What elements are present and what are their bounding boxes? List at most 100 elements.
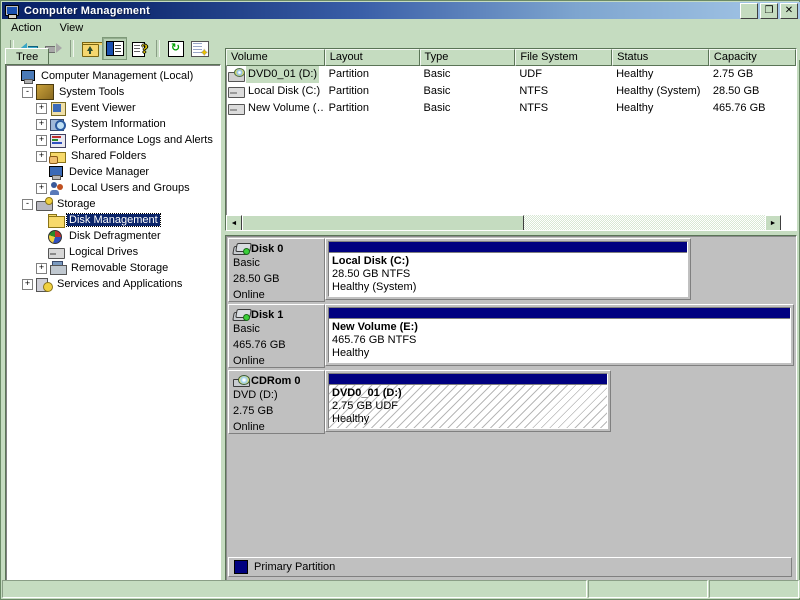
partition-block[interactable]: DVD0_01 (D:) 2.75 GB UDF Healthy: [325, 370, 612, 432]
disk-info-panel[interactable]: Disk 0 Basic 28.50 GB Online: [228, 238, 325, 302]
minimize-button[interactable]: _: [740, 3, 758, 20]
title-bar: Computer Management _ ❐ ✕: [2, 2, 800, 20]
tree-item-local-users-and-groups[interactable]: + Local Users and Groups: [8, 180, 220, 196]
disk-info-line: Online: [233, 421, 265, 433]
tree-item-storage[interactable]: - Storage: [8, 196, 220, 212]
computer-icon: [4, 4, 20, 19]
partition-details: DVD0_01 (D:) 2.75 GB UDF Healthy: [329, 384, 608, 428]
tree-item-system-information[interactable]: + System Information: [8, 116, 220, 132]
column-header-status[interactable]: Status: [612, 49, 709, 66]
logical-drives-icon: [48, 245, 65, 259]
column-header-layout[interactable]: Layout: [324, 49, 420, 66]
tree-item-system-tools[interactable]: - System Tools: [8, 84, 220, 100]
disk-info-line: Online: [233, 355, 265, 367]
column-header-file-system[interactable]: File System: [515, 49, 613, 66]
tree-item-disk-defragmenter[interactable]: Disk Defragmenter: [8, 228, 220, 244]
tree-expander[interactable]: +: [36, 134, 47, 146]
tree-item-computer-management-local[interactable]: Computer Management (Local): [8, 68, 220, 84]
disk-partitions: DVD0_01 (D:) 2.75 GB UDF Healthy: [325, 370, 794, 434]
disk-partitions: New Volume (E:) 465.76 GB NTFS Healthy: [325, 304, 794, 368]
disk-info-line: 2.75 GB: [233, 405, 274, 417]
tree-expander[interactable]: -: [22, 198, 33, 210]
tree-item-services-and-applications[interactable]: + Services and Applications: [8, 276, 220, 292]
unallocated-area: [611, 370, 794, 432]
volume-cell-volume: DVD0_01 (D:): [226, 66, 325, 83]
computer-icon: [20, 69, 36, 84]
restore-button[interactable]: ❐: [760, 3, 778, 19]
partition-status: Healthy: [332, 347, 370, 359]
harddisk-icon: [232, 308, 252, 321]
unallocated-area: [690, 238, 794, 300]
column-header-type[interactable]: Type: [419, 49, 516, 66]
close-icon: ✕: [784, 5, 794, 16]
console-tree: Computer Management (Local) - System Tools…: [6, 65, 220, 292]
volume-row[interactable]: DVD0_01 (D:) Partition Basic UDF Healthy 2.75…: [226, 66, 796, 83]
tree-item-logical-drives[interactable]: Logical Drives: [8, 244, 220, 260]
tree-expander[interactable]: +: [36, 118, 47, 130]
tree-item-label: Computer Management (Local): [41, 70, 194, 82]
scroll-left-button[interactable]: ◄: [226, 215, 242, 230]
cdrom-icon: [228, 68, 245, 82]
tree-item-removable-storage[interactable]: + Removable Storage: [8, 260, 220, 276]
device-manager-icon: [48, 165, 64, 180]
volume-name-label: New Volume (…: [248, 102, 325, 114]
column-header-volume[interactable]: Volume: [226, 49, 325, 66]
tree-expander[interactable]: +: [36, 102, 47, 114]
close-button[interactable]: ✕: [780, 3, 798, 19]
tree-item-event-viewer[interactable]: + Event Viewer: [8, 100, 220, 116]
tree-expander[interactable]: +: [22, 278, 33, 290]
tree-item-shared-folders[interactable]: + Shared Folders: [8, 148, 220, 164]
volume-row[interactable]: Local Disk (C:) Partition Basic NTFS Healthy…: [226, 83, 796, 100]
volume-list[interactable]: Volume Layout Type File System Status Capacit…: [225, 48, 797, 231]
graphical-disk-view[interactable]: Disk 0 Basic 28.50 GB Online Local Disk (C:)…: [225, 235, 797, 581]
volume-list-hscrollbar[interactable]: ◄ ►: [226, 215, 781, 230]
scroll-thumb[interactable]: [242, 215, 525, 230]
disk-rows: Disk 0 Basic 28.50 GB Online Local Disk (C:)…: [226, 238, 796, 434]
scroll-right-button[interactable]: ►: [765, 215, 781, 230]
volume-cell-capacity: 465.76 GB: [712, 102, 766, 114]
system-information-icon: [50, 117, 66, 131]
volume-row[interactable]: New Volume (… Partition Basic NTFS Healthy 46…: [226, 100, 796, 117]
column-header-capacity[interactable]: Capacity: [708, 49, 796, 66]
cdrom-icon: [233, 374, 250, 387]
tree-expander[interactable]: -: [22, 86, 33, 98]
tree-expander[interactable]: +: [36, 182, 47, 194]
harddisk-icon: [228, 102, 245, 115]
disk-info-panel[interactable]: CDRom 0 DVD (D:) 2.75 GB Online: [228, 370, 325, 434]
disk-info-line: 465.76 GB: [233, 339, 286, 351]
performance-logs-icon: [50, 133, 66, 148]
menu-action[interactable]: Action: [2, 20, 51, 36]
harddisk-icon: [232, 242, 252, 255]
tab-tree[interactable]: Tree: [5, 48, 50, 65]
tree-item-disk-management[interactable]: Disk Management: [8, 212, 220, 228]
tree-expander[interactable]: +: [36, 150, 47, 162]
volume-list-body: DVD0_01 (D:) Partition Basic UDF Healthy 2.75…: [226, 66, 796, 117]
volume-cell-file-system: NTFS: [519, 102, 549, 114]
disk-name-label: CDRom 0: [251, 374, 301, 387]
disk-info-line: 28.50 GB: [233, 273, 280, 285]
volume-cell-status: Healthy: [616, 68, 654, 80]
tree-item-label: Shared Folders: [71, 150, 147, 162]
disk-info-panel[interactable]: Disk 1 Basic 465.76 GB Online: [228, 304, 325, 368]
services-icon: [36, 277, 53, 292]
restore-icon: ❐: [764, 5, 774, 16]
scroll-track[interactable]: [242, 215, 765, 230]
console-tree-pane[interactable]: Computer Management (Local) - System Tools…: [5, 64, 221, 581]
volume-cell-status: Healthy (System): [616, 85, 701, 97]
volume-cell-volume: Local Disk (C:): [226, 83, 325, 100]
menu-bar: Action View: [2, 19, 800, 38]
volume-cell-file-system: NTFS: [519, 85, 549, 97]
tree-item-label: Removable Storage: [71, 262, 169, 274]
partition-block[interactable]: New Volume (E:) 465.76 GB NTFS Healthy: [325, 304, 794, 366]
partition-title: DVD0_01 (D:): [332, 387, 402, 399]
tree-item-performance-logs-and-alerts[interactable]: + Performance Logs and Alerts: [8, 132, 220, 148]
tree-item-label: Storage: [57, 198, 96, 210]
partition-color-band: [329, 308, 790, 318]
partition-block[interactable]: Local Disk (C:) 28.50 GB NTFS Healthy (Sys…: [325, 238, 691, 300]
volume-cell-type: Basic: [423, 102, 451, 114]
tree-expander[interactable]: +: [36, 262, 47, 274]
menu-view[interactable]: View: [51, 20, 93, 36]
tree-item-label: Device Manager: [69, 166, 150, 178]
tree-item-device-manager[interactable]: Device Manager: [8, 164, 220, 180]
partition-details: Local Disk (C:) 28.50 GB NTFS Healthy (Sys…: [329, 252, 687, 296]
